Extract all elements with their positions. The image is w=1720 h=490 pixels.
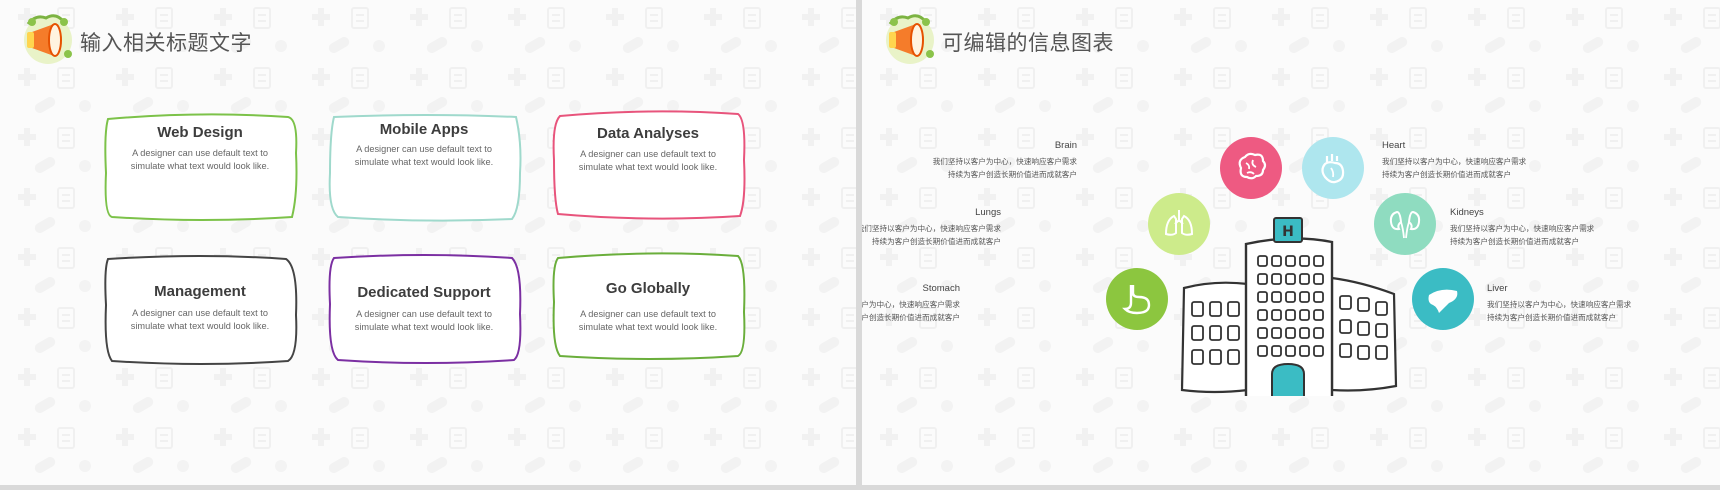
card-text-line-2: simulate what text would look like. [130,321,270,331]
card-title: Data Analyses [597,125,699,142]
card-title: Management [154,283,246,300]
organ-circle-stomach[interactable] [1106,268,1168,330]
card-text-line-1: A designer can use default text to [132,308,268,318]
slide-1[interactable]: 输入相关标题文字 Web Design A designer can use d… [0,0,856,485]
card-web-design[interactable]: Web Design A designer can use default te… [102,113,298,223]
organ-label-stomach: Stomach [922,283,961,294]
card-management[interactable]: Management A designer can use default te… [102,255,298,365]
card-text-line-1: A designer can use default text to [580,309,716,319]
card-text-line-2: simulate what text would look like. [578,162,718,172]
organ-desc-brain-line-1: 我们坚持以客户为中心，快速响应客户需求 [932,157,1077,166]
slide-2[interactable]: 可编辑的信息图表 Brain 我们坚持以客户为中心，快速响应客户需求 持续为客户… [862,0,1720,485]
card-data-analyses[interactable]: Data Analyses A designer can use default… [550,110,746,220]
card-text-line-2: simulate what text would look like. [130,161,270,171]
stomach-icon [1122,285,1151,315]
organ-desc-stomach-line-2: 持续为客户创造长期价值进而成就客户 [862,313,960,322]
organ-circle-liver[interactable] [1412,268,1474,330]
organ-circle-heart[interactable] [1302,137,1364,199]
presentation-stage: 输入相关标题文字 Web Design A designer can use d… [0,0,1720,490]
card-go-globally[interactable]: Go Globally A designer can use default t… [550,252,746,362]
megaphone-logo-icon [24,14,72,64]
card-title: Web Design [157,124,243,141]
card-text-line-2: simulate what text would look like. [354,157,494,167]
organ-desc-liver-line-2: 持续为客户创造长期价值进而成就客户 [1487,313,1617,322]
card-title: Go Globally [605,280,691,297]
card-text-line-1: A designer can use default text to [356,309,492,319]
organ-desc-lungs-line-1: 我们坚持以客户为中心，快速响应客户需求 [862,224,1001,233]
card-title: Mobile Apps [379,121,469,138]
slide-title: 输入相关标题文字 [80,31,252,55]
card-text-line-1: A designer can use default text to [356,144,492,154]
organ-desc-heart-line-2: 持续为客户创造长期价值进而成就客户 [1382,170,1512,179]
organ-desc-stomach-line-1: 我们坚持以客户为中心，快速响应客户需求 [862,300,960,309]
organ-desc-kidneys-line-2: 持续为客户创造长期价值进而成就客户 [1450,237,1580,246]
card-text-line-1: A designer can use default text to [132,148,268,158]
card-frame [552,252,746,360]
card-mobile-apps[interactable]: Mobile Apps A designer can use default t… [326,113,522,223]
heart-icon [1321,154,1345,184]
card-text-line-2: simulate what text would look like. [354,322,494,332]
organ-desc-kidneys-line-1: 我们坚持以客户为中心，快速响应客户需求 [1450,224,1595,233]
liver-icon [1428,289,1458,313]
organ-desc-heart-line-1: 我们坚持以客户为中心，快速响应客户需求 [1382,157,1527,166]
organ-desc-brain-line-2: 持续为客户创造长期价值进而成就客户 [947,170,1077,179]
organ-label-brain: Brain [1054,140,1077,151]
slide-title: 可编辑的信息图表 [942,31,1114,55]
organ-label-kidneys: Kidneys [1450,207,1484,218]
megaphone-logo-icon [886,14,934,64]
hospital-sign-text: H [1282,224,1294,240]
card-title: Dedicated Support [357,284,491,301]
card-text-line-2: simulate what text would look like. [578,322,718,332]
organ-desc-lungs-line-2: 持续为客户创造长期价值进而成就客户 [871,237,1001,246]
organ-label-lungs: Lungs [975,207,1001,218]
organ-circle-brain[interactable] [1220,137,1282,199]
card-dedicated-support[interactable]: Dedicated Support A designer can use def… [326,254,522,364]
brain-icon [1238,152,1267,180]
card-text-line-1: A designer can use default text to [580,149,716,159]
organ-desc-liver-line-1: 我们坚持以客户为中心，快速响应客户需求 [1487,300,1632,309]
organ-label-liver: Liver [1487,283,1508,294]
background-pattern [0,0,856,485]
hospital-building-illustration: H [1180,217,1398,396]
organ-label-heart: Heart [1382,140,1406,151]
